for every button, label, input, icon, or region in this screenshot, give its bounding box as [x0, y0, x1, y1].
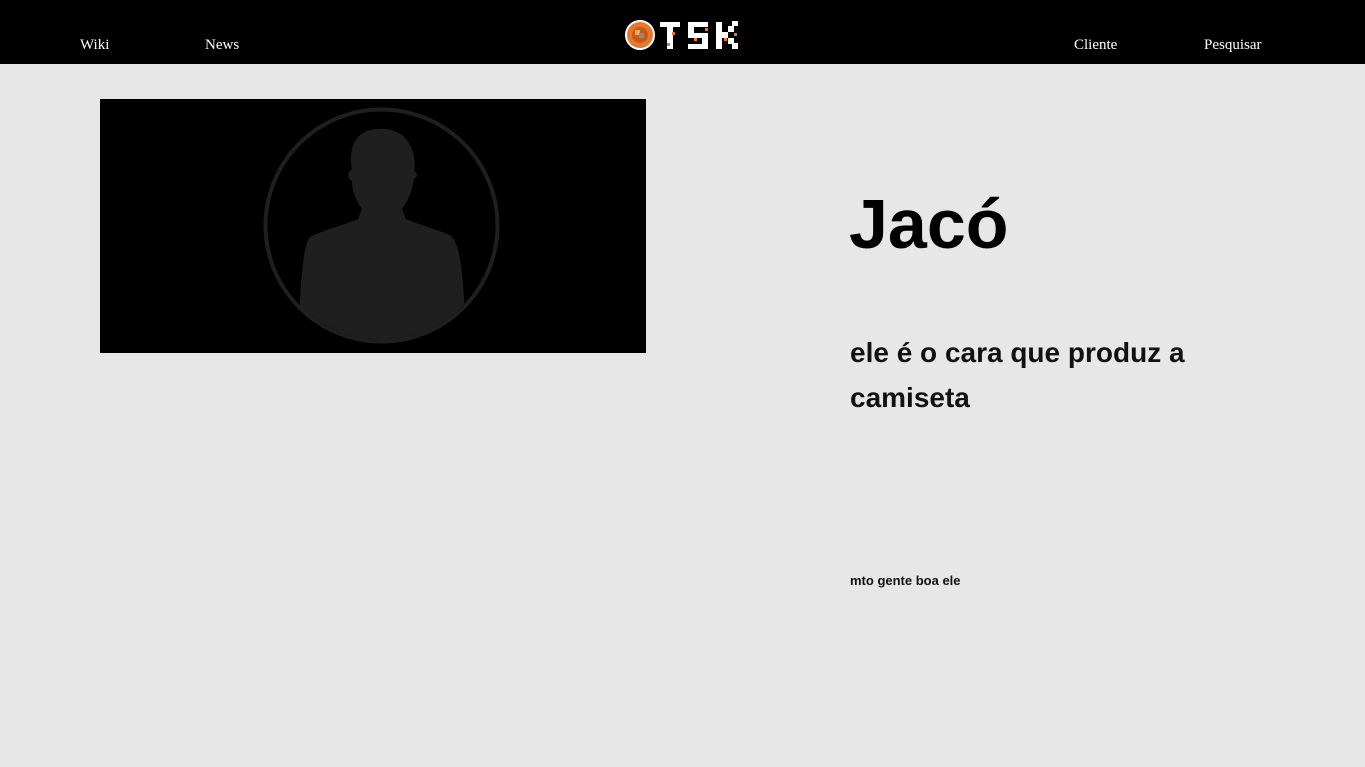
orange-ball-icon [625, 20, 655, 50]
logo-letter-s [688, 22, 708, 49]
nav-link-news[interactable]: News [205, 36, 239, 54]
logo-letter-k [716, 21, 738, 49]
profile-photo [100, 99, 646, 353]
person-silhouette-icon [263, 107, 500, 344]
top-navigation-bar: Wiki News Cliente Pesquisar [0, 0, 1365, 64]
profile-name: Jacó [849, 185, 1009, 263]
site-logo[interactable] [624, 18, 742, 52]
logo-letter-t [660, 22, 680, 49]
nav-link-cliente[interactable]: Cliente [1074, 36, 1117, 54]
profile-note: mto gente boa ele [850, 573, 961, 588]
nav-link-wiki[interactable]: Wiki [80, 36, 109, 54]
profile-role: ele é o cara que produz a camiseta [850, 337, 1185, 413]
nav-link-pesquisar[interactable]: Pesquisar [1204, 36, 1262, 54]
